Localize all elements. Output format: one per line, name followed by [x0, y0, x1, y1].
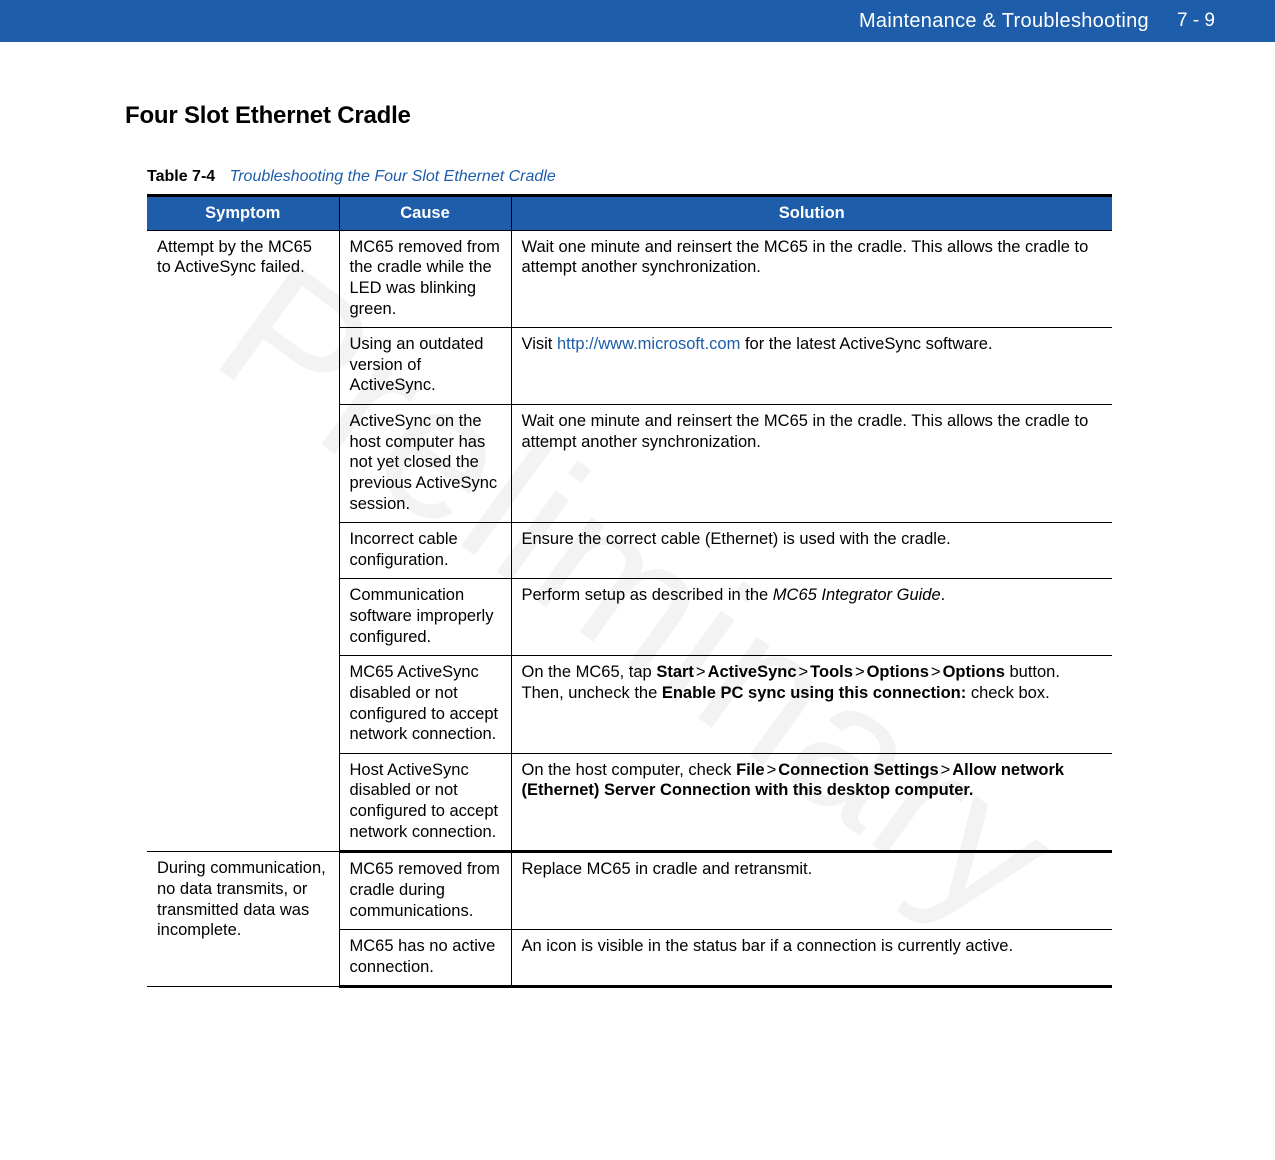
cell-solution: On the MC65, tap Start>ActiveSync>Tools>…: [511, 656, 1112, 754]
solution-text-post: for the latest ActiveSync software.: [740, 335, 992, 353]
cell-solution: Visit http://www.microsoft.com for the l…: [511, 328, 1112, 405]
gt-separator: >: [929, 663, 943, 681]
cell-solution: Wait one minute and reinsert the MC65 in…: [511, 405, 1112, 523]
ui-path-bold: Tools: [810, 663, 853, 681]
solution-text-post: .: [941, 586, 946, 604]
ui-path-bold: Options: [867, 663, 929, 681]
table-caption: Table 7-4 Troubleshooting the Four Slot …: [147, 168, 1150, 186]
cell-symptom: Attempt by the MC65 to ActiveSync failed…: [147, 230, 339, 852]
header-page-number: 7 - 9: [1177, 10, 1215, 32]
table-header-row: Symptom Cause Solution: [147, 196, 1112, 231]
cell-solution: Wait one minute and reinsert the MC65 in…: [511, 230, 1112, 328]
gt-separator: >: [694, 663, 708, 681]
ui-path-bold: Start: [656, 663, 694, 681]
cell-cause: Incorrect cable configuration.: [339, 523, 511, 579]
col-header-symptom: Symptom: [147, 196, 339, 231]
table-row: During communication, no data transmits,…: [147, 852, 1112, 930]
col-header-solution: Solution: [511, 196, 1112, 231]
gt-separator: >: [797, 663, 811, 681]
table-row: Attempt by the MC65 to ActiveSync failed…: [147, 230, 1112, 328]
txt: check box.: [966, 684, 1049, 702]
table-title: Troubleshooting the Four Slot Ethernet C…: [230, 168, 556, 185]
cell-cause: Using an outdated version of ActiveSync.: [339, 328, 511, 405]
ui-path-bold: Connection Settings: [778, 761, 938, 779]
txt: On the MC65, tap: [522, 663, 657, 681]
cell-solution: Ensure the correct cable (Ethernet) is u…: [511, 523, 1112, 579]
cell-cause: MC65 ActiveSync disabled or not configur…: [339, 656, 511, 754]
cell-solution: Replace MC65 in cradle and retransmit.: [511, 852, 1112, 930]
gt-separator: >: [853, 663, 867, 681]
ui-path-bold: Options: [943, 663, 1005, 681]
gt-separator: >: [765, 761, 779, 779]
cell-cause: ActiveSync on the host computer has not …: [339, 405, 511, 523]
header-section-title: Maintenance & Troubleshooting: [859, 10, 1149, 33]
ui-path-bold: Enable PC sync using this connection:: [662, 684, 966, 702]
page-header: Maintenance & Troubleshooting 7 - 9: [0, 0, 1275, 42]
cell-solution: An icon is visible in the status bar if …: [511, 930, 1112, 987]
ui-path-bold: ActiveSync: [708, 663, 797, 681]
troubleshooting-table: Symptom Cause Solution Attempt by the MC…: [147, 194, 1112, 988]
solution-text-pre: Perform setup as described in the: [522, 586, 773, 604]
page-content: Preliminary Four Slot Ethernet Cradle Ta…: [0, 42, 1275, 1028]
section-heading: Four Slot Ethernet Cradle: [125, 102, 1150, 130]
cell-cause: MC65 has no active connection.: [339, 930, 511, 987]
col-header-cause: Cause: [339, 196, 511, 231]
cell-cause: MC65 removed from cradle during communic…: [339, 852, 511, 930]
cell-cause: Communication software improperly config…: [339, 579, 511, 656]
cell-solution: Perform setup as described in the MC65 I…: [511, 579, 1112, 656]
ui-path-bold: File: [736, 761, 764, 779]
table-label: Table 7-4: [147, 168, 215, 185]
microsoft-link[interactable]: http://www.microsoft.com: [557, 335, 740, 353]
cell-cause: Host ActiveSync disabled or not configur…: [339, 753, 511, 852]
cell-cause: MC65 removed from the cradle while the L…: [339, 230, 511, 328]
cell-symptom: During communication, no data transmits,…: [147, 852, 339, 987]
txt: On the host computer, check: [522, 761, 737, 779]
solution-text-pre: Visit: [522, 335, 557, 353]
guide-title-italic: MC65 Integrator Guide: [773, 586, 941, 604]
cell-solution: On the host computer, check File>Connect…: [511, 753, 1112, 852]
gt-separator: >: [939, 761, 953, 779]
